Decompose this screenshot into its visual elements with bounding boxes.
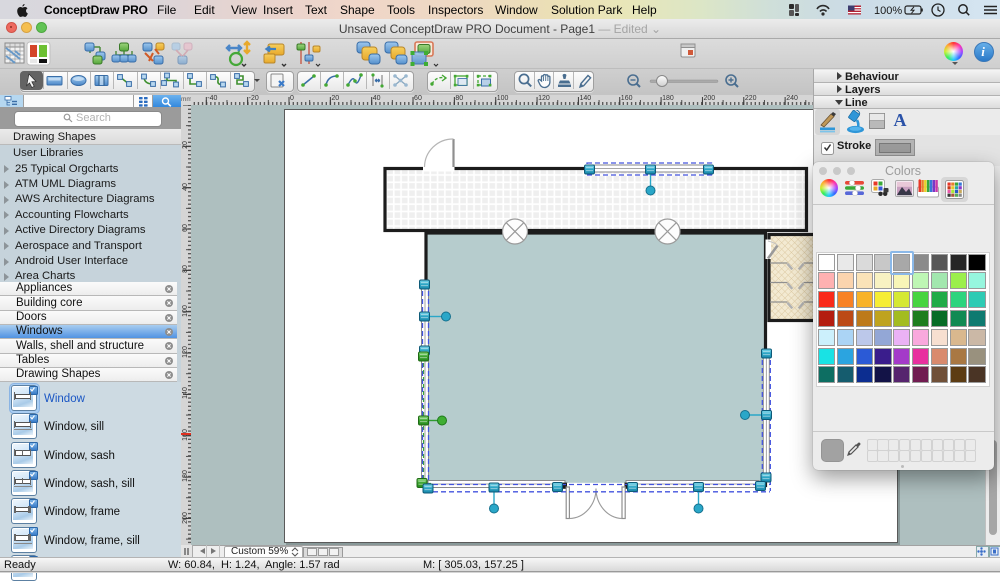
svg-text:100%: 100%: [874, 5, 902, 17]
